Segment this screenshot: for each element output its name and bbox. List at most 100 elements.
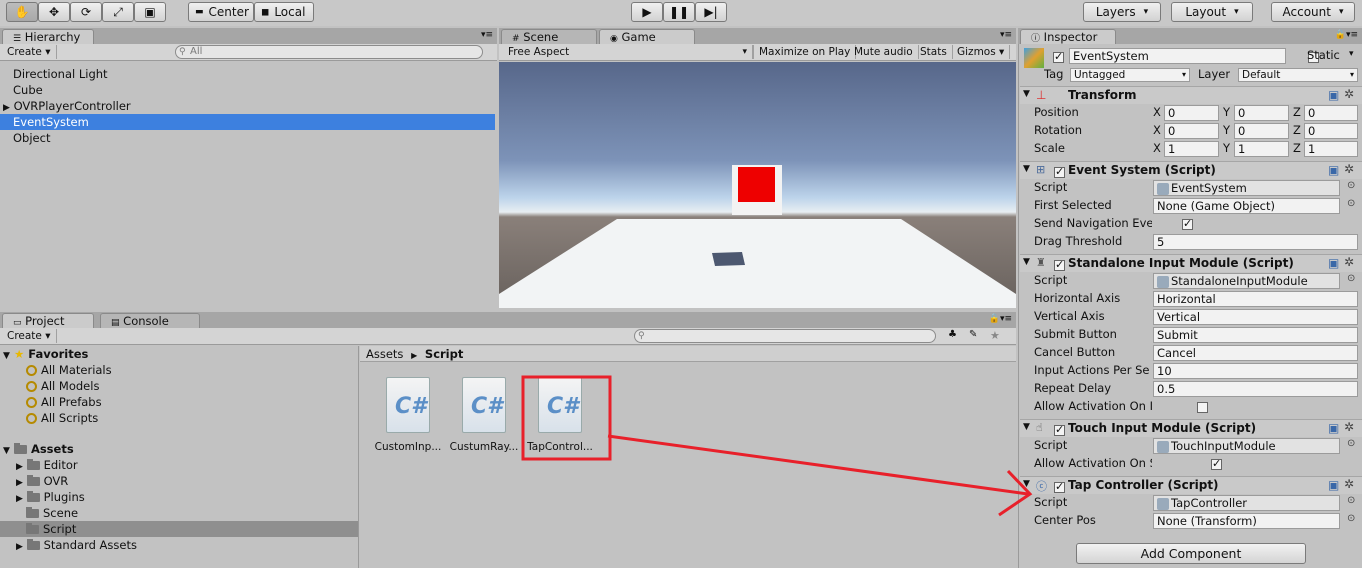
object-picker-icon[interactable]: ⊙ xyxy=(1347,180,1355,191)
lock-icon[interactable]: 🔒▾≡ xyxy=(989,314,1012,324)
gear-icon[interactable]: ✲ xyxy=(1344,420,1354,434)
favorites-header[interactable]: ▼ ★ Favorites xyxy=(0,346,358,362)
gear-icon[interactable]: ✲ xyxy=(1344,255,1354,269)
object-picker-icon[interactable]: ⊙ xyxy=(1347,438,1355,449)
folder-item[interactable]: ▶ Plugins xyxy=(0,489,85,505)
script-reference-field[interactable]: EventSystem xyxy=(1153,180,1340,196)
filter-label-icon[interactable]: ✎ xyxy=(969,329,977,340)
tab-scene[interactable]: # Scene xyxy=(501,29,597,45)
rotation-y-field[interactable]: 0 xyxy=(1234,123,1289,139)
panel-menu-icon[interactable]: ▾≡ xyxy=(481,30,493,40)
object-picker-icon[interactable]: ⊙ xyxy=(1347,513,1355,524)
pivot-center-button[interactable]: ▬ Center xyxy=(188,2,254,22)
project-create-button[interactable]: Create ▾ xyxy=(2,329,57,343)
help-icon[interactable]: ▣ xyxy=(1328,478,1339,492)
tab-hierarchy[interactable]: ☰ Hierarchy xyxy=(2,29,94,45)
lock-icon[interactable]: 🔒▾≡ xyxy=(1335,30,1358,40)
layer-dropdown[interactable]: Default ▾ xyxy=(1238,68,1358,82)
stats-toggle[interactable]: Stats xyxy=(915,45,953,59)
static-dropdown-icon[interactable]: ▾ xyxy=(1349,49,1354,59)
allow-activation-checkbox[interactable] xyxy=(1211,457,1222,470)
transform-header[interactable]: ▼ ⊥ Transform ▣ ✲ xyxy=(1020,86,1362,104)
horizontal-axis-field[interactable]: Horizontal xyxy=(1153,291,1358,307)
position-y-field[interactable]: 0 xyxy=(1234,105,1289,121)
script-reference-field[interactable]: StandaloneInputModule xyxy=(1153,273,1340,289)
tab-project[interactable]: ▭ Project xyxy=(2,313,94,329)
favorite-item[interactable]: All Scripts xyxy=(0,410,98,426)
rotation-x-field[interactable]: 0 xyxy=(1164,123,1219,139)
play-button[interactable]: ▶ xyxy=(631,2,663,22)
object-picker-icon[interactable]: ⊙ xyxy=(1347,495,1355,506)
component-enabled-checkbox[interactable] xyxy=(1054,423,1065,436)
tap-controller-header[interactable]: ▼ ⓒ Tap Controller (Script) ▣ ✲ xyxy=(1020,476,1362,494)
folder-item[interactable]: ▶ Standard Assets xyxy=(0,537,137,553)
object-picker-icon[interactable]: ⊙ xyxy=(1347,273,1355,284)
hierarchy-item[interactable]: Cube xyxy=(0,82,495,98)
submit-button-field[interactable]: Submit xyxy=(1153,327,1358,343)
script-reference-field[interactable]: TapController xyxy=(1153,495,1340,511)
help-icon[interactable]: ▣ xyxy=(1328,421,1339,435)
send-navigation-checkbox[interactable] xyxy=(1182,217,1193,230)
gizmos-dropdown[interactable]: Gizmos ▾ xyxy=(952,45,1011,59)
rect-icon[interactable]: ▣ xyxy=(134,2,166,22)
help-icon[interactable]: ▣ xyxy=(1328,256,1339,270)
folder-item[interactable]: ▶ OVR xyxy=(0,473,68,489)
folder-item-selected[interactable]: Script xyxy=(0,521,358,537)
tab-game[interactable]: ◉ Game xyxy=(599,29,695,45)
hierarchy-item[interactable]: ▶ OVRPlayerController xyxy=(0,98,495,114)
favorite-star-icon[interactable]: ★ xyxy=(990,329,1000,342)
scale-y-field[interactable]: 1 xyxy=(1234,141,1289,157)
event-system-header[interactable]: ▼ ⊞ Event System (Script) ▣ ✲ xyxy=(1020,161,1362,179)
mute-audio-toggle[interactable]: Mute audio xyxy=(849,45,919,59)
scale-icon[interactable]: ⤢ xyxy=(102,2,134,22)
pivot-local-button[interactable]: ◼ Local xyxy=(254,2,314,22)
gear-icon[interactable]: ✲ xyxy=(1344,87,1354,101)
add-component-button[interactable]: Add Component xyxy=(1076,543,1306,564)
tag-dropdown[interactable]: Untagged ▾ xyxy=(1070,68,1190,82)
project-search-input[interactable]: ⚲ xyxy=(634,329,936,343)
help-icon[interactable]: ▣ xyxy=(1328,88,1339,102)
gear-icon[interactable]: ✲ xyxy=(1344,477,1354,491)
hierarchy-item[interactable]: Object xyxy=(0,130,495,146)
filter-type-icon[interactable]: ♣ xyxy=(948,329,957,340)
allow-activation-checkbox[interactable] xyxy=(1196,401,1208,413)
aspect-dropdown[interactable]: Free Aspect ▾ xyxy=(503,45,753,59)
breadcrumb-current[interactable]: Script xyxy=(425,347,463,361)
folder-item[interactable]: Scene xyxy=(0,505,78,521)
favorite-item[interactable]: All Models xyxy=(0,378,99,394)
rotation-z-field[interactable]: 0 xyxy=(1304,123,1358,139)
game-viewport[interactable] xyxy=(499,62,1016,308)
assets-header[interactable]: ▼ Assets xyxy=(0,441,358,457)
gear-icon[interactable]: ✲ xyxy=(1344,162,1354,176)
breadcrumb-root[interactable]: Assets xyxy=(366,347,403,361)
hierarchy-create-button[interactable]: Create ▾ xyxy=(2,45,57,59)
scale-x-field[interactable]: 1 xyxy=(1164,141,1219,157)
favorite-item[interactable]: All Prefabs xyxy=(0,394,102,410)
help-icon[interactable]: ▣ xyxy=(1328,163,1339,177)
position-x-field[interactable]: 0 xyxy=(1164,105,1219,121)
layout-dropdown[interactable]: Layout xyxy=(1171,2,1253,22)
tab-inspector[interactable]: ⓘ Inspector xyxy=(1020,29,1116,45)
hierarchy-item[interactable]: Directional Light xyxy=(0,66,495,82)
move-icon[interactable]: ✥ xyxy=(38,2,70,22)
scale-z-field[interactable]: 1 xyxy=(1304,141,1358,157)
center-pos-field[interactable]: None (Transform) xyxy=(1153,513,1340,529)
touch-input-header[interactable]: ▼ ☝ Touch Input Module (Script) ▣ ✲ xyxy=(1020,419,1362,437)
layers-dropdown[interactable]: Layers xyxy=(1083,2,1161,22)
script-reference-field[interactable]: TouchInputModule xyxy=(1153,438,1340,454)
component-enabled-checkbox[interactable] xyxy=(1054,480,1065,493)
hierarchy-search-input[interactable]: ⚲ All xyxy=(175,45,483,59)
step-button[interactable]: ▶| xyxy=(695,2,727,22)
object-name-field[interactable]: EventSystem xyxy=(1069,48,1286,64)
object-picker-icon[interactable]: ⊙ xyxy=(1347,198,1355,209)
position-z-field[interactable]: 0 xyxy=(1304,105,1358,121)
panel-menu-icon[interactable]: ▾≡ xyxy=(1000,30,1012,40)
first-selected-field[interactable]: None (Game Object) xyxy=(1153,198,1340,214)
account-dropdown[interactable]: Account xyxy=(1271,2,1355,22)
active-checkbox[interactable] xyxy=(1053,50,1064,63)
drag-threshold-field[interactable]: 5 xyxy=(1153,234,1358,250)
hand-icon[interactable]: ✋ xyxy=(6,2,38,22)
rotate-icon[interactable]: ⟳ xyxy=(70,2,102,22)
folder-item[interactable]: ▶ Editor xyxy=(0,457,78,473)
hierarchy-item-selected[interactable]: EventSystem xyxy=(0,114,495,130)
